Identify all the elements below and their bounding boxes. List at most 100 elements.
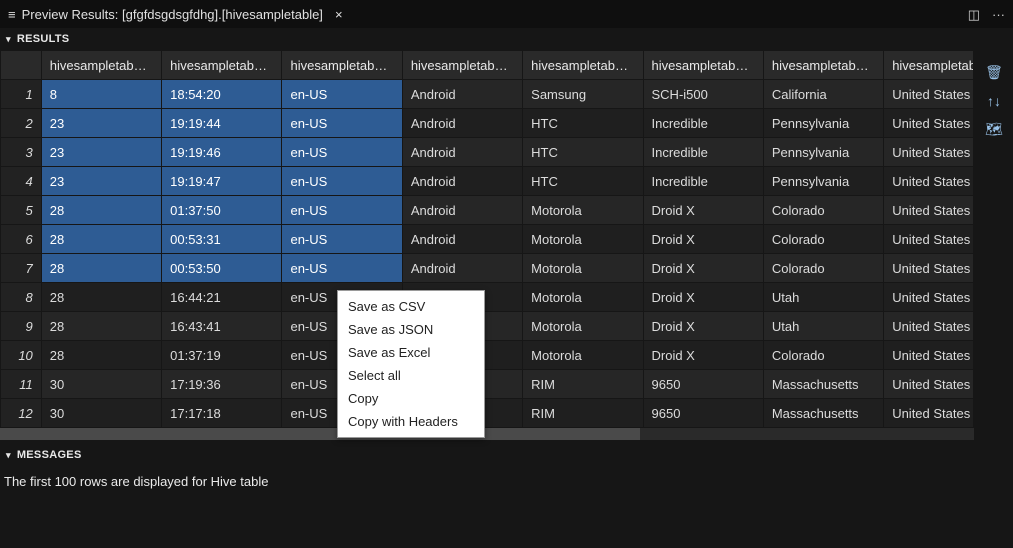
table-cell[interactable]: en-US bbox=[282, 138, 402, 167]
table-cell[interactable]: 8 bbox=[41, 80, 161, 109]
table-cell[interactable]: Droid X bbox=[643, 196, 763, 225]
chart-icon[interactable]: ↑↓ bbox=[987, 93, 1001, 109]
table-cell[interactable]: Motorola bbox=[523, 312, 643, 341]
table-cell[interactable]: Incredible bbox=[643, 138, 763, 167]
table-cell[interactable]: Android bbox=[402, 80, 522, 109]
table-cell[interactable]: 28 bbox=[41, 312, 161, 341]
table-cell[interactable]: 30 bbox=[41, 370, 161, 399]
table-cell[interactable]: en-US bbox=[282, 167, 402, 196]
more-actions-icon[interactable]: ··· bbox=[992, 8, 1005, 21]
row-number-cell[interactable]: 7 bbox=[1, 254, 42, 283]
table-cell[interactable]: Android bbox=[402, 254, 522, 283]
table-cell[interactable]: Pennsylvania bbox=[763, 138, 883, 167]
table-cell[interactable]: Utah bbox=[763, 312, 883, 341]
table-cell[interactable]: en-US bbox=[282, 196, 402, 225]
table-row[interactable]: 92816:43:41en-USAndroidMotorolaDroid XUt… bbox=[1, 312, 974, 341]
column-header[interactable]: hivesampletab… bbox=[402, 51, 522, 80]
table-cell[interactable]: 28 bbox=[41, 254, 161, 283]
table-cell[interactable]: 23 bbox=[41, 138, 161, 167]
row-number-cell[interactable]: 12 bbox=[1, 399, 42, 428]
table-cell[interactable]: United States bbox=[884, 283, 974, 312]
table-cell[interactable]: Android bbox=[402, 196, 522, 225]
column-header[interactable]: hivesampletab… bbox=[884, 51, 974, 80]
table-cell[interactable]: Motorola bbox=[523, 341, 643, 370]
column-header[interactable]: hivesampletab… bbox=[162, 51, 282, 80]
table-cell[interactable]: United States bbox=[884, 370, 974, 399]
table-cell[interactable]: 28 bbox=[41, 225, 161, 254]
horizontal-scrollbar[interactable] bbox=[0, 428, 974, 440]
context-menu[interactable]: Save as CSVSave as JSONSave as ExcelSele… bbox=[337, 290, 485, 438]
table-row[interactable]: 52801:37:50en-USAndroidMotorolaDroid XCo… bbox=[1, 196, 974, 225]
messages-section-header[interactable]: ▾ MESSAGES bbox=[0, 444, 1013, 466]
table-cell[interactable]: United States bbox=[884, 225, 974, 254]
context-menu-item[interactable]: Save as JSON bbox=[338, 318, 484, 341]
close-icon[interactable]: × bbox=[335, 7, 343, 22]
table-cell[interactable]: 01:37:50 bbox=[162, 196, 282, 225]
table-cell[interactable]: 18:54:20 bbox=[162, 80, 282, 109]
split-editor-icon[interactable]: ◫ bbox=[968, 8, 980, 21]
table-cell[interactable]: en-US bbox=[282, 254, 402, 283]
column-header[interactable]: hivesampletab… bbox=[523, 51, 643, 80]
table-cell[interactable]: en-US bbox=[282, 109, 402, 138]
table-cell[interactable]: 01:37:19 bbox=[162, 341, 282, 370]
column-header[interactable]: hivesampletab… bbox=[763, 51, 883, 80]
table-cell[interactable]: HTC bbox=[523, 138, 643, 167]
column-header[interactable]: hivesampletab… bbox=[282, 51, 402, 80]
table-cell[interactable]: United States bbox=[884, 80, 974, 109]
column-header[interactable]: hivesampletab… bbox=[41, 51, 161, 80]
table-cell[interactable]: 23 bbox=[41, 167, 161, 196]
table-cell[interactable]: Colorado bbox=[763, 225, 883, 254]
table-row[interactable]: 62800:53:31en-USAndroidMotorolaDroid XCo… bbox=[1, 225, 974, 254]
table-cell[interactable]: 17:17:18 bbox=[162, 399, 282, 428]
column-header[interactable]: hivesampletab… bbox=[643, 51, 763, 80]
table-cell[interactable]: Samsung bbox=[523, 80, 643, 109]
tab-title[interactable]: Preview Results: [gfgfdsgdsgfdhg].[hives… bbox=[22, 7, 323, 22]
table-cell[interactable]: United States bbox=[884, 312, 974, 341]
row-number-cell[interactable]: 5 bbox=[1, 196, 42, 225]
table-cell[interactable]: Motorola bbox=[523, 196, 643, 225]
table-cell[interactable]: Massachusetts bbox=[763, 399, 883, 428]
table-cell[interactable]: en-US bbox=[282, 80, 402, 109]
table-cell[interactable]: 28 bbox=[41, 283, 161, 312]
row-number-cell[interactable]: 10 bbox=[1, 341, 42, 370]
table-row[interactable]: 32319:19:46en-USAndroidHTCIncrediblePenn… bbox=[1, 138, 974, 167]
table-cell[interactable]: United States bbox=[884, 341, 974, 370]
row-number-cell[interactable]: 8 bbox=[1, 283, 42, 312]
row-number-cell[interactable]: 3 bbox=[1, 138, 42, 167]
table-cell[interactable]: Droid X bbox=[643, 283, 763, 312]
table-cell[interactable]: Android bbox=[402, 109, 522, 138]
table-cell[interactable]: Android bbox=[402, 138, 522, 167]
row-number-cell[interactable]: 2 bbox=[1, 109, 42, 138]
visualizer-icon[interactable]: 🗺 bbox=[985, 121, 1003, 138]
table-cell[interactable]: 28 bbox=[41, 196, 161, 225]
table-cell[interactable]: 19:19:44 bbox=[162, 109, 282, 138]
table-cell[interactable]: Android bbox=[402, 167, 522, 196]
table-row[interactable]: 22319:19:44en-USAndroidHTCIncrediblePenn… bbox=[1, 109, 974, 138]
table-cell[interactable]: 00:53:31 bbox=[162, 225, 282, 254]
table-row[interactable]: 123017:17:18en-USRIM OSRIM9650Massachuse… bbox=[1, 399, 974, 428]
table-cell[interactable]: United States bbox=[884, 167, 974, 196]
context-menu-item[interactable]: Copy bbox=[338, 387, 484, 410]
table-cell[interactable]: SCH-i500 bbox=[643, 80, 763, 109]
table-cell[interactable]: RIM bbox=[523, 399, 643, 428]
table-cell[interactable]: Utah bbox=[763, 283, 883, 312]
row-number-cell[interactable]: 4 bbox=[1, 167, 42, 196]
table-cell[interactable]: HTC bbox=[523, 109, 643, 138]
table-cell[interactable]: Droid X bbox=[643, 312, 763, 341]
table-cell[interactable]: Droid X bbox=[643, 225, 763, 254]
table-row[interactable]: 102801:37:19en-USAndroidMotorolaDroid XC… bbox=[1, 341, 974, 370]
table-cell[interactable]: 28 bbox=[41, 341, 161, 370]
context-menu-item[interactable]: Select all bbox=[338, 364, 484, 387]
table-cell[interactable]: 19:19:47 bbox=[162, 167, 282, 196]
trash-icon[interactable]: 🗑 bbox=[985, 64, 1003, 81]
table-cell[interactable]: en-US bbox=[282, 225, 402, 254]
results-table[interactable]: hivesampletab…hivesampletab…hivesampleta… bbox=[0, 50, 974, 428]
table-cell[interactable]: 9650 bbox=[643, 370, 763, 399]
table-cell[interactable]: United States bbox=[884, 254, 974, 283]
table-row[interactable]: 1818:54:20en-USAndroidSamsungSCH-i500Cal… bbox=[1, 80, 974, 109]
table-row[interactable]: 72800:53:50en-USAndroidMotorolaDroid XCo… bbox=[1, 254, 974, 283]
table-cell[interactable]: 23 bbox=[41, 109, 161, 138]
table-cell[interactable]: 16:44:21 bbox=[162, 283, 282, 312]
table-cell[interactable]: Droid X bbox=[643, 341, 763, 370]
table-cell[interactable]: Colorado bbox=[763, 254, 883, 283]
